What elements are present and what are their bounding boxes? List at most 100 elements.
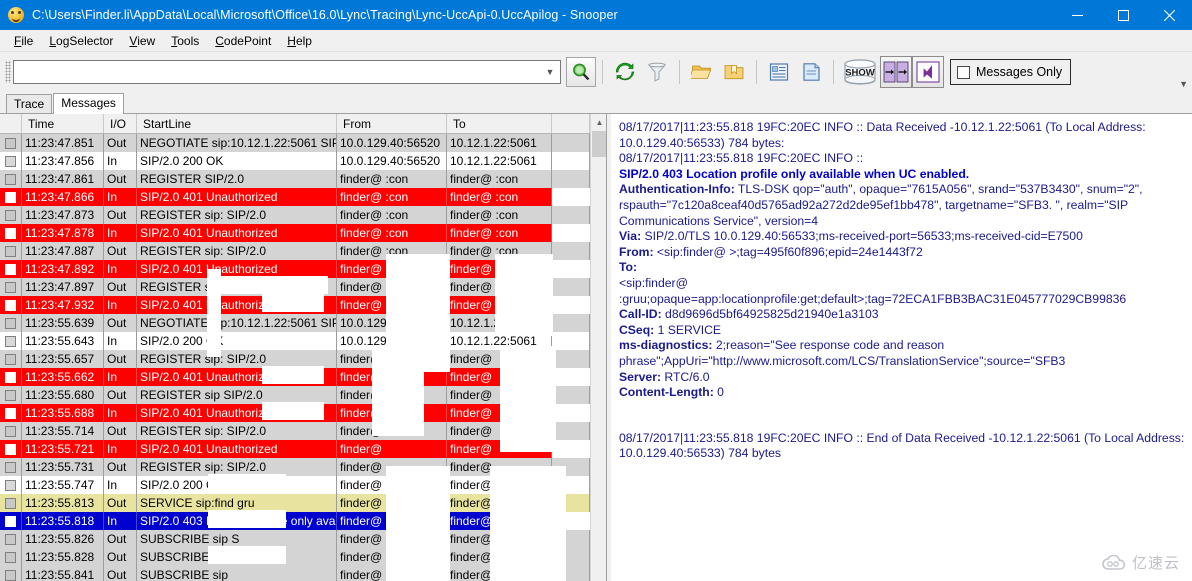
menu-item-codepoint[interactable]: CodePoint xyxy=(207,32,279,50)
table-row[interactable]: 11:23:55.662 In SIP/2.0 401 Unauthorized fi… xyxy=(0,368,606,386)
cell-extra xyxy=(552,440,590,458)
open-folder-button[interactable] xyxy=(686,56,718,88)
row-select-box[interactable] xyxy=(0,422,22,440)
chevron-down-icon[interactable]: ▼ xyxy=(542,67,558,77)
visual-studio-button[interactable] xyxy=(912,56,944,88)
table-row[interactable]: 11:23:55.680 Out REGISTER sip SIP/2.0 finde… xyxy=(0,386,606,404)
cell-to: finder@ xyxy=(447,368,552,386)
show-database-button[interactable]: SHOW xyxy=(840,56,880,88)
toolbar-overflow-chevron[interactable]: ▼ xyxy=(1179,80,1188,89)
table-row[interactable]: 11:23:55.828 Out SUBSCRIBE sip Sfinder@ fin… xyxy=(0,548,606,566)
table-row[interactable]: 11:23:47.866 In SIP/2.0 401 Unauthorized fi… xyxy=(0,188,606,206)
row-select-box[interactable] xyxy=(0,440,22,458)
table-row[interactable]: 11:23:55.643 In SIP/2.0 200 OK 10.0.129.40:… xyxy=(0,332,606,350)
menu-item-logselector[interactable]: LogSelector xyxy=(41,32,121,50)
message-grid: Time I/O StartLine From To 11:23:47.851 O… xyxy=(0,114,606,581)
cell-io: In xyxy=(104,476,137,494)
row-select-box[interactable] xyxy=(0,404,22,422)
table-row[interactable]: 11:23:55.813 Out SERVICE sip:find gru finde… xyxy=(0,494,606,512)
column-header-io[interactable]: I/O xyxy=(104,114,137,133)
message-detail-pane[interactable]: 08/17/2017|11:23:55.818 19FC:20EC INFO :… xyxy=(611,114,1192,581)
toolbar-grip[interactable] xyxy=(5,61,11,83)
row-select-box[interactable] xyxy=(0,152,22,170)
table-row[interactable]: 11:23:55.747 In SIP/2.0 200 OK finder@ finde… xyxy=(0,476,606,494)
row-select-box[interactable] xyxy=(0,566,22,581)
tab-messages[interactable]: Messages xyxy=(53,93,124,114)
row-select-box[interactable] xyxy=(0,260,22,278)
scroll-up-arrow[interactable]: ▲ xyxy=(591,114,606,131)
cell-to: finder@ :con xyxy=(447,278,552,296)
row-marker xyxy=(5,515,16,527)
minimize-button[interactable] xyxy=(1054,0,1100,30)
column-header-time[interactable]: Time xyxy=(22,114,104,133)
column-header-startline[interactable]: StartLine xyxy=(137,114,337,133)
table-row[interactable]: 11:23:47.851 Out NEGOTIATE sip:10.12.1.22:… xyxy=(0,134,606,152)
close-button[interactable] xyxy=(1146,0,1192,30)
table-row[interactable]: 11:23:47.878 In SIP/2.0 401 Unauthorized fi… xyxy=(0,224,606,242)
menu-item-help[interactable]: Help xyxy=(279,32,320,50)
column-header-extra[interactable] xyxy=(552,114,590,133)
checkbox-box[interactable] xyxy=(957,65,970,79)
table-row[interactable]: 11:23:47.897 Out REGISTER sip: SIP/2.0 find… xyxy=(0,278,606,296)
row-select-box[interactable] xyxy=(0,548,22,566)
row-select-box[interactable] xyxy=(0,224,22,242)
cell-extra xyxy=(552,314,590,332)
column-header-from[interactable]: From xyxy=(337,114,447,133)
table-row[interactable]: 11:23:55.841 Out SUBSCRIBE sip finder@ finde… xyxy=(0,566,606,581)
table-row[interactable]: 11:23:55.731 Out REGISTER sip: SIP/2.0 find… xyxy=(0,458,606,476)
search-input[interactable] xyxy=(18,62,542,82)
bookmark-folder-button[interactable] xyxy=(718,56,750,88)
bookmark-folder-icon xyxy=(724,65,744,80)
table-row[interactable]: 11:23:55.688 In SIP/2.0 401 Unauthorized fi… xyxy=(0,404,606,422)
row-select-box[interactable] xyxy=(0,296,22,314)
table-row[interactable]: 11:23:47.873 Out REGISTER sip: SIP/2.0 find… xyxy=(0,206,606,224)
row-select-box[interactable] xyxy=(0,134,22,152)
table-row[interactable]: 11:23:47.887 Out REGISTER sip: SIP/2.0 find… xyxy=(0,242,606,260)
table-row[interactable]: 11:23:47.861 Out REGISTER SIP/2.0 finder@ :… xyxy=(0,170,606,188)
table-row[interactable]: 11:23:55.826 Out SUBSCRIBE sip Sfinder@ fin… xyxy=(0,530,606,548)
notes-button[interactable] xyxy=(795,56,827,88)
messages-only-checkbox[interactable]: Messages Only xyxy=(950,59,1072,85)
column-header-to[interactable]: To xyxy=(447,114,552,133)
scrollbar-thumb[interactable] xyxy=(592,131,606,157)
split-view-button[interactable] xyxy=(880,56,912,88)
table-row[interactable]: 11:23:55.714 Out REGISTER sip: SIP/2.0 find… xyxy=(0,422,606,440)
grid-vertical-scrollbar[interactable]: ▲ xyxy=(590,114,606,581)
row-select-box[interactable] xyxy=(0,314,22,332)
refresh-button[interactable] xyxy=(609,56,641,88)
table-row[interactable]: 11:23:47.892 In SIP/2.0 401 Unauthorized fi… xyxy=(0,260,606,278)
cell-time: 11:23:55.714 xyxy=(22,422,104,440)
row-select-box[interactable] xyxy=(0,206,22,224)
maximize-button[interactable] xyxy=(1100,0,1146,30)
menu-item-view[interactable]: View xyxy=(121,32,163,50)
cell-startline: SIP/2.0 401 Unauthorized xyxy=(137,296,337,314)
row-select-box[interactable] xyxy=(0,476,22,494)
details-view-button[interactable] xyxy=(763,56,795,88)
row-select-box[interactable] xyxy=(0,278,22,296)
row-select-box[interactable] xyxy=(0,350,22,368)
tab-trace[interactable]: Trace xyxy=(6,94,53,114)
content-area: Time I/O StartLine From To 11:23:47.851 O… xyxy=(0,114,1192,581)
row-select-box[interactable] xyxy=(0,368,22,386)
table-row[interactable]: 11:23:47.856 In SIP/2.0 200 OK 10.0.129.40:… xyxy=(0,152,606,170)
row-select-box[interactable] xyxy=(0,170,22,188)
menu-item-tools[interactable]: Tools xyxy=(163,32,207,50)
table-row[interactable]: 11:23:55.818 In SIP/2.0 403 Location profi… xyxy=(0,512,606,530)
table-row[interactable]: 11:23:55.721 In SIP/2.0 401 Unauthorized fi… xyxy=(0,440,606,458)
search-button[interactable] xyxy=(566,57,596,87)
row-select-box[interactable] xyxy=(0,386,22,404)
table-row[interactable]: 11:23:55.657 Out REGISTER sip: SIP/2.0 find… xyxy=(0,350,606,368)
table-row[interactable]: 11:23:47.932 In SIP/2.0 401 Unauthorized fi… xyxy=(0,296,606,314)
filter-button[interactable] xyxy=(641,56,673,88)
row-select-box[interactable] xyxy=(0,494,22,512)
row-select-box[interactable] xyxy=(0,530,22,548)
row-select-box[interactable] xyxy=(0,458,22,476)
row-select-box[interactable] xyxy=(0,512,22,530)
cell-from: finder@ xyxy=(337,440,447,458)
menu-item-file[interactable]: File xyxy=(6,32,41,50)
row-select-box[interactable] xyxy=(0,242,22,260)
row-select-box[interactable] xyxy=(0,332,22,350)
search-combobox[interactable]: ▼ xyxy=(13,60,561,84)
table-row[interactable]: 11:23:55.639 Out NEGOTIATE sip:10.12.1.22:… xyxy=(0,314,606,332)
row-select-box[interactable] xyxy=(0,188,22,206)
